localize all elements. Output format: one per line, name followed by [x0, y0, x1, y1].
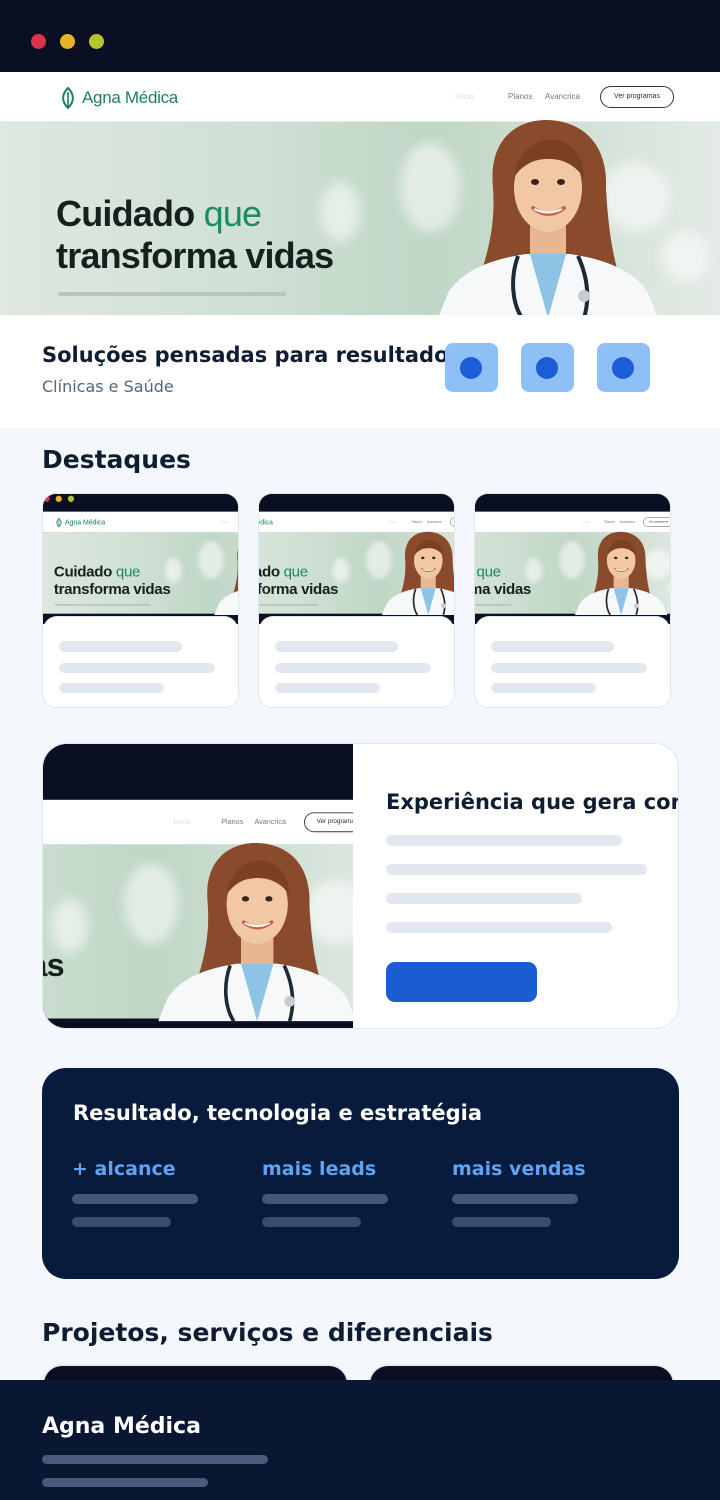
mockup-brand-name: Agna Médica	[82, 88, 178, 107]
leaf-logo-icon	[56, 517, 62, 528]
mockup-hero-title: Cuidado que transforma vidas	[56, 193, 334, 276]
card-preview-image: Agna Médica Início Planos Avancrica Ver …	[43, 494, 238, 624]
browser-chrome	[259, 494, 454, 512]
mockup-brand-name: Agna Médica	[259, 518, 273, 527]
card-body	[475, 616, 670, 707]
website-mockup: Agna Médica Início Planos Avancrica Ver …	[43, 744, 353, 1022]
mockup-logo: Agna Médica	[259, 518, 273, 528]
hero-section: Agna Médica Início Planos Avancrica Ver …	[0, 0, 720, 315]
leaf-logo-icon	[62, 86, 74, 110]
card-preview-image: Agna Médica Início Planos Avancrica Ver …	[475, 494, 670, 624]
feature-preview-image: Agna Médica Início Planos Avancrica Ver …	[43, 744, 353, 1028]
browser-chrome	[43, 744, 353, 800]
mockup-brand-name: Agna Médica	[64, 518, 106, 527]
stat-leads: mais leads	[262, 1158, 412, 1227]
mockup-nav-link-2: Avancrica	[619, 520, 635, 524]
doctor-illustration	[382, 531, 454, 615]
mockup-navbar	[475, 511, 670, 533]
highlight-card-1[interactable]: Agna Médica Início Planos Avancrica Ver …	[42, 493, 239, 708]
website-mockup: Agna Médica Início Planos Avancrica Ver …	[475, 494, 670, 615]
feature-icon-1	[445, 343, 498, 392]
mockup-nav-link-1: Planos	[411, 520, 422, 524]
mockup-nav-link-2: Avancrica	[427, 520, 442, 524]
feature-icon-3	[597, 343, 650, 392]
mockup-cta-button: Ver programas	[450, 517, 454, 527]
intro-subtitle: Clínicas e Saúde	[42, 377, 174, 396]
stat-label: + alcance	[72, 1158, 176, 1180]
mockup-hero-title: Cuidado que transforma vidas	[43, 946, 65, 984]
mockup-hero-subtitle	[259, 604, 319, 606]
mockup-navbar	[259, 511, 454, 533]
mockup-nav-link-2: Avancrica	[545, 92, 580, 101]
mockup-nav-link-faint: Início	[221, 520, 230, 524]
window-close-dot	[31, 34, 46, 49]
doctor-illustration	[574, 531, 668, 615]
mockup-logo: Agna Médica	[58, 86, 178, 110]
mockup-hero-title: Cuidado que transforma vidas	[259, 562, 339, 598]
mockup-nav-link-faint: Início	[389, 520, 398, 524]
stat-reach: + alcance	[72, 1158, 222, 1227]
doctor-illustration	[158, 843, 353, 1022]
hero-website-preview: Agna Médica Início Planos Avancrica Ver …	[0, 0, 720, 315]
mockup-hero-title: Cuidado que transforma vidas	[53, 562, 171, 598]
stat-label: mais vendas	[452, 1158, 586, 1180]
mockup-nav-link-faint: Início	[455, 92, 475, 101]
mockup-hero-subtitle	[54, 604, 151, 606]
mockup-nav-link-faint: Início	[582, 520, 591, 524]
mockup-hero-title: Cuidado que transforma vidas	[475, 562, 531, 598]
mockup-hero-subtitle	[58, 292, 286, 296]
mockup-cta-button: Ver programas	[600, 86, 674, 108]
results-title: Resultado, tecnologia e estratégia	[73, 1101, 483, 1125]
mockup-nav-link-1: Planos	[221, 817, 244, 826]
highlights-title: Destaques	[42, 445, 191, 474]
mockup-logo: Agna Médica	[55, 517, 106, 528]
window-minimize-dot	[55, 495, 62, 502]
window-maximize-dot	[89, 34, 104, 49]
highlight-card-3[interactable]: Agna Médica Início Planos Avancrica Ver …	[474, 493, 671, 708]
mockup-cta-button: Ver programas	[304, 812, 353, 833]
window-minimize-dot	[60, 34, 75, 49]
doctor-illustration	[439, 120, 657, 315]
card-body	[43, 616, 238, 707]
footer-line	[42, 1455, 268, 1464]
browser-chrome	[0, 0, 720, 72]
mockup-nav-link-1: Planos	[508, 92, 533, 101]
feature-cta-button[interactable]	[386, 962, 537, 1002]
browser-chrome	[475, 494, 670, 512]
feature-card: Agna Médica Início Planos Avancrica Ver …	[42, 743, 679, 1029]
mockup-nav-link-faint: Início	[173, 817, 191, 826]
highlight-card-2[interactable]: Agna Médica Início Planos Avancrica Ver …	[258, 493, 455, 708]
stat-label: mais leads	[262, 1158, 377, 1180]
mockup-nav-link-1: Planos	[604, 520, 615, 524]
mockup-nav-link-2: Avancrica	[254, 817, 286, 826]
feature-icon-2	[521, 343, 574, 392]
footer-brand: Agna Médica	[42, 1414, 201, 1439]
window-close-dot	[43, 495, 50, 502]
card-body	[259, 616, 454, 707]
results-card: Resultado, tecnologia e estratégia + alc…	[42, 1068, 679, 1279]
window-maximize-dot	[67, 495, 75, 502]
stat-sales: mais vendas	[452, 1158, 602, 1227]
mockup-cta-button: Ver programas	[643, 517, 670, 527]
mockup-hero-subtitle	[475, 604, 512, 606]
doctor-illustration	[214, 549, 238, 615]
website-mockup: Agna Médica Início Planos Avancrica Ver …	[0, 0, 720, 315]
intro-title: Soluções pensadas para resultados	[42, 343, 461, 367]
website-mockup: Agna Médica Início Planos Avancrica Ver …	[259, 494, 454, 615]
feature-title: Experiência que gera confiança	[386, 790, 678, 814]
browser-chrome	[43, 494, 238, 512]
footer: Agna Médica	[0, 1380, 720, 1500]
card-preview-image: Agna Médica Início Planos Avancrica Ver …	[259, 494, 454, 624]
website-mockup: Agna Médica Início Planos Avancrica Ver …	[43, 494, 238, 615]
footer-line	[42, 1478, 208, 1487]
projects-title: Projetos, serviços e diferenciais	[42, 1318, 493, 1347]
